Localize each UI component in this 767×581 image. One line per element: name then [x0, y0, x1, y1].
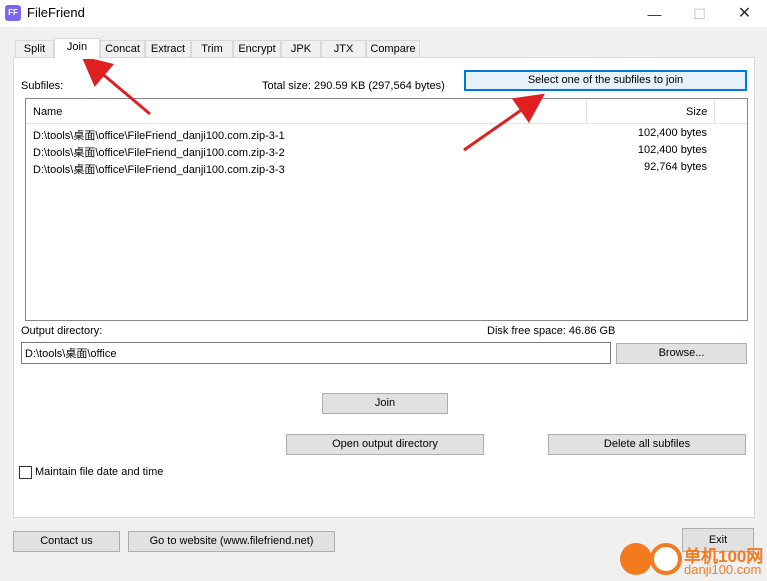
browse-button[interactable]: Browse... — [616, 343, 747, 364]
tab-encrypt[interactable]: Encrypt — [233, 40, 281, 58]
window-title: FileFriend — [27, 5, 85, 20]
maintain-date-checkbox[interactable] — [19, 466, 32, 479]
file-name: D:\tools\桌面\office\FileFriend_danji100.c… — [33, 130, 285, 142]
output-directory-label: Output directory: — [21, 325, 103, 337]
tab-jtx[interactable]: JTX — [321, 40, 366, 58]
maintain-date-label: Maintain file date and time — [35, 466, 164, 478]
tab-extract[interactable]: Extract — [145, 40, 191, 58]
app-icon: FF — [5, 5, 21, 21]
tab-join[interactable]: Join — [54, 38, 100, 59]
file-name: D:\tools\桌面\office\FileFriend_danji100.c… — [33, 147, 285, 159]
tab-compare[interactable]: Compare — [366, 40, 420, 58]
watermark-logo: 单机100网 danji100.com — [618, 540, 767, 580]
open-output-directory-button[interactable]: Open output directory — [286, 434, 484, 455]
tab-trim[interactable]: Trim — [191, 40, 233, 58]
list-item[interactable]: D:\tools\桌面\office\FileFriend_danji100.c… — [26, 125, 747, 142]
maximize-button[interactable]: ☐ — [677, 0, 722, 28]
close-button[interactable]: ✕ — [722, 0, 767, 28]
column-separator[interactable] — [586, 99, 587, 124]
disk-free-text: Disk free space: 46.86 GB — [487, 325, 616, 337]
delete-all-subfiles-button[interactable]: Delete all subfiles — [548, 434, 746, 455]
contact-us-button[interactable]: Contact us — [13, 531, 120, 552]
join-button[interactable]: Join — [322, 393, 448, 414]
output-directory-field[interactable]: D:\tools\桌面\office — [21, 342, 611, 364]
go-to-website-button[interactable]: Go to website (www.filefriend.net) — [128, 531, 335, 552]
column-header-name[interactable]: Name — [33, 106, 62, 118]
tab-split[interactable]: Split — [15, 40, 54, 58]
total-size-text: Total size: 290.59 KB (297,564 bytes) — [262, 80, 445, 92]
select-subfile-button[interactable]: Select one of the subfiles to join — [464, 70, 747, 91]
list-header: Name Size — [26, 99, 747, 124]
file-size: 92,764 bytes — [644, 161, 707, 173]
column-separator[interactable] — [714, 99, 715, 124]
column-header-size[interactable]: Size — [686, 106, 707, 118]
list-item[interactable]: D:\tools\桌面\office\FileFriend_danji100.c… — [26, 142, 747, 159]
file-size: 102,400 bytes — [637, 127, 707, 139]
watermark-circle-icon — [620, 543, 652, 575]
title-bar: FF FileFriend — ☐ ✕ — [0, 0, 767, 28]
minimize-button[interactable]: — — [632, 0, 677, 28]
file-size: 102,400 bytes — [637, 144, 707, 156]
watermark-ring-icon — [650, 543, 682, 575]
subfiles-label: Subfiles: — [21, 80, 64, 92]
list-item[interactable]: D:\tools\桌面\office\FileFriend_danji100.c… — [26, 159, 747, 176]
tab-jpk[interactable]: JPK — [281, 40, 321, 58]
watermark-url: danji100.com — [684, 562, 762, 577]
tab-concat[interactable]: Concat — [100, 40, 145, 58]
subfiles-list[interactable]: Name Size D:\tools\桌面\office\FileFriend_… — [25, 98, 748, 321]
file-name: D:\tools\桌面\office\FileFriend_danji100.c… — [33, 164, 285, 176]
